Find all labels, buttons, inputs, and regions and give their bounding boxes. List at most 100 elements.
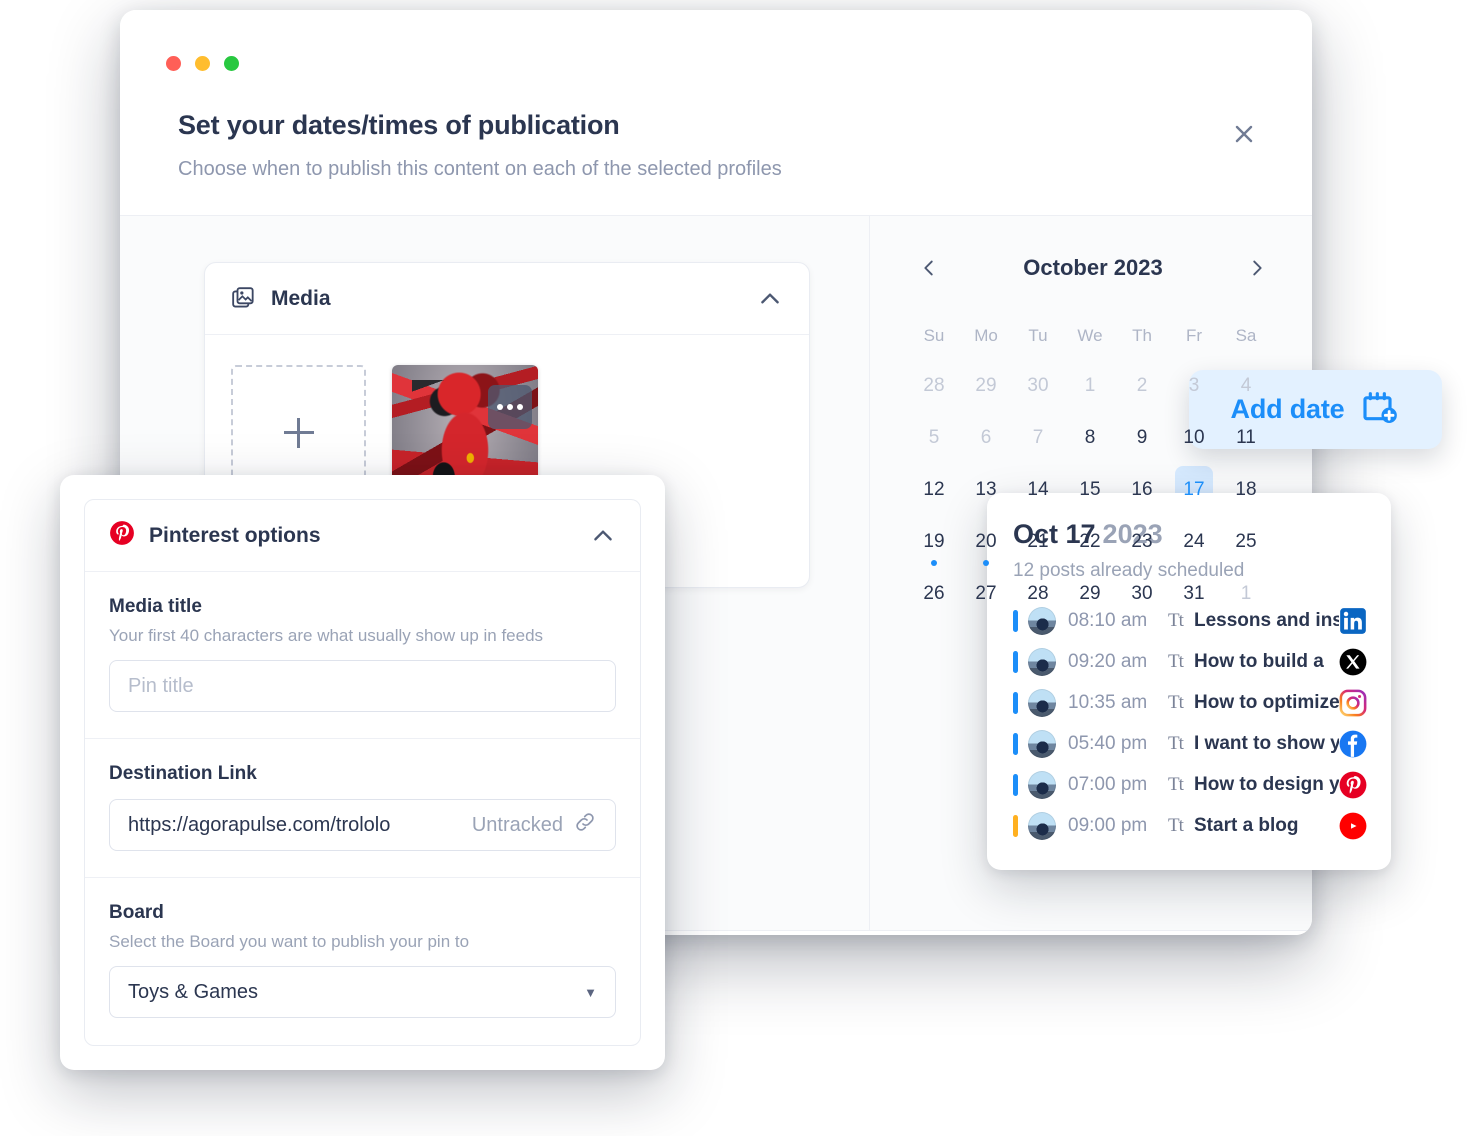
destination-link-status-group: Untracked	[472, 810, 597, 840]
modal-header: Set your dates/times of publication Choo…	[120, 94, 1312, 216]
avatar	[1028, 647, 1056, 676]
calendar-weekday: Mo	[974, 326, 998, 345]
calendar-day[interactable]: 29	[960, 360, 1012, 412]
image-stack-icon	[231, 286, 257, 312]
calendar-day-dot	[983, 560, 989, 566]
post-status-bar	[1013, 650, 1018, 673]
x-icon	[1339, 648, 1367, 676]
board-section: Board Select the Board you want to publi…	[85, 878, 640, 1044]
window-close-light[interactable]	[166, 56, 181, 71]
calendar-day[interactable]: 1	[1064, 360, 1116, 412]
post-title: How to design your	[1194, 773, 1339, 795]
facebook-icon	[1339, 730, 1367, 758]
add-date-button[interactable]: Add date	[1189, 370, 1442, 449]
post-status-bar	[1013, 814, 1018, 837]
pinterest-panel-title: Pinterest options	[149, 523, 321, 547]
calendar-day[interactable]: 19	[908, 516, 960, 568]
post-time: 08:10 am	[1068, 609, 1148, 631]
scheduled-post-row[interactable]: 10:35 am Tt How to optimize	[1013, 682, 1367, 723]
destination-link-section: Destination Link https://agorapulse.com/…	[85, 739, 640, 878]
post-status-bar	[1013, 732, 1018, 755]
board-label: Board	[109, 902, 164, 923]
instagram-icon	[1339, 689, 1367, 717]
post-title: Start a blog	[1194, 814, 1299, 836]
window-minimize-light[interactable]	[195, 56, 210, 71]
calendar-day[interactable]: 6	[960, 412, 1012, 464]
text-type-icon: Tt	[1168, 732, 1184, 754]
plus-icon	[283, 417, 314, 448]
chevron-right-icon[interactable]	[1236, 247, 1278, 289]
youtube-icon	[1339, 812, 1367, 840]
calendar-day[interactable]: 30	[1012, 360, 1064, 412]
scheduled-post-row[interactable]: 05:40 pm Tt I want to show you	[1013, 723, 1367, 764]
traffic-lights	[166, 56, 239, 71]
destination-link-input[interactable]: https://agorapulse.com/trololo Untracked	[109, 799, 616, 851]
calendar-day[interactable]: 28	[908, 360, 960, 412]
calendar-weekday: Tu	[1028, 326, 1048, 345]
calendar-day[interactable]: 8	[1064, 412, 1116, 464]
media-title-hint: Your first 40 characters are what usuall…	[109, 626, 544, 645]
scheduled-post-row[interactable]: 09:20 am Tt How to build a	[1013, 641, 1367, 682]
pinterest-card: Pinterest options Media title Your first…	[84, 499, 641, 1046]
scheduled-posts-list: 08:10 am Tt Lessons and insight 09:20 am Tt H…	[1013, 600, 1367, 846]
board-select[interactable]: Toys & Games ▼	[109, 966, 616, 1018]
close-icon[interactable]	[1224, 114, 1264, 154]
chevron-down-icon: ▼	[584, 984, 597, 1000]
calendar-weekday: Sa	[1235, 326, 1257, 345]
calendar-day[interactable]: 9	[1116, 412, 1168, 464]
calendar-weekday: We	[1077, 326, 1103, 345]
calendar-plus-icon	[1360, 387, 1400, 432]
board-hint: Select the Board you want to publish you…	[109, 932, 470, 951]
window-titlebar	[120, 10, 1312, 94]
avatar	[1028, 811, 1056, 840]
post-status-bar	[1013, 609, 1018, 632]
pin-title-input[interactable]: Pin title	[109, 660, 616, 712]
scheduled-post-row[interactable]: 08:10 am Tt Lessons and insight	[1013, 600, 1367, 641]
destination-link-value: https://agorapulse.com/trololo	[128, 813, 391, 836]
calendar-weekday: Th	[1132, 326, 1152, 345]
media-title-label: Media title	[109, 596, 202, 617]
window-maximize-light[interactable]	[224, 56, 239, 71]
post-time: 05:40 pm	[1068, 732, 1148, 754]
calendar-month-label: October 2023	[1023, 255, 1163, 280]
screenshot-stage: Set your dates/times of publication Choo…	[0, 0, 1478, 1136]
calendar-day-dot	[931, 560, 937, 566]
post-title: I want to show you	[1194, 732, 1339, 754]
calendar-day[interactable]: 7	[1012, 412, 1064, 464]
post-time: 09:20 am	[1068, 650, 1148, 672]
media-title-section: Media title Your first 40 characters are…	[85, 572, 640, 739]
post-time: 10:35 am	[1068, 691, 1148, 713]
untracked-status: Untracked	[471, 813, 563, 836]
pinterest-panel-header[interactable]: Pinterest options	[85, 500, 640, 572]
calendar-day[interactable]: 26	[908, 568, 960, 620]
popover-summary: 12 posts already scheduled	[1013, 560, 1245, 581]
chevron-up-icon[interactable]	[590, 523, 616, 549]
avatar	[1028, 688, 1056, 717]
chevron-left-icon[interactable]	[908, 247, 950, 289]
chevron-up-icon[interactable]	[757, 286, 783, 312]
calendar-weekday: Fr	[1185, 326, 1203, 345]
board-selected-value: Toys & Games	[128, 980, 259, 1003]
pinterest-icon	[109, 520, 135, 551]
media-card-header[interactable]: Media	[205, 263, 809, 335]
calendar-day[interactable]: 12	[908, 464, 960, 516]
text-type-icon: Tt	[1168, 814, 1184, 836]
text-type-icon: Tt	[1168, 773, 1184, 795]
ellipsis-icon[interactable]	[488, 385, 532, 429]
scheduled-post-row[interactable]: 09:00 pm Tt Start a blog	[1013, 805, 1367, 846]
post-title: Lessons and insight	[1194, 609, 1339, 631]
linkedin-icon	[1339, 607, 1367, 635]
avatar	[1028, 606, 1056, 635]
link-icon[interactable]	[573, 810, 597, 840]
post-time: 09:00 pm	[1068, 814, 1148, 836]
calendar-header: October 2023	[908, 238, 1278, 298]
media-card-label: Media	[271, 286, 331, 310]
calendar-day[interactable]: 2	[1116, 360, 1168, 412]
calendar-day[interactable]: 5	[908, 412, 960, 464]
text-type-icon: Tt	[1168, 691, 1184, 713]
scheduled-post-row[interactable]: 07:00 pm Tt How to design your	[1013, 764, 1367, 805]
text-type-icon: Tt	[1168, 650, 1184, 672]
pinterest-icon	[1339, 771, 1367, 799]
post-time: 07:00 pm	[1068, 773, 1148, 795]
post-title: How to optimize	[1194, 691, 1339, 713]
